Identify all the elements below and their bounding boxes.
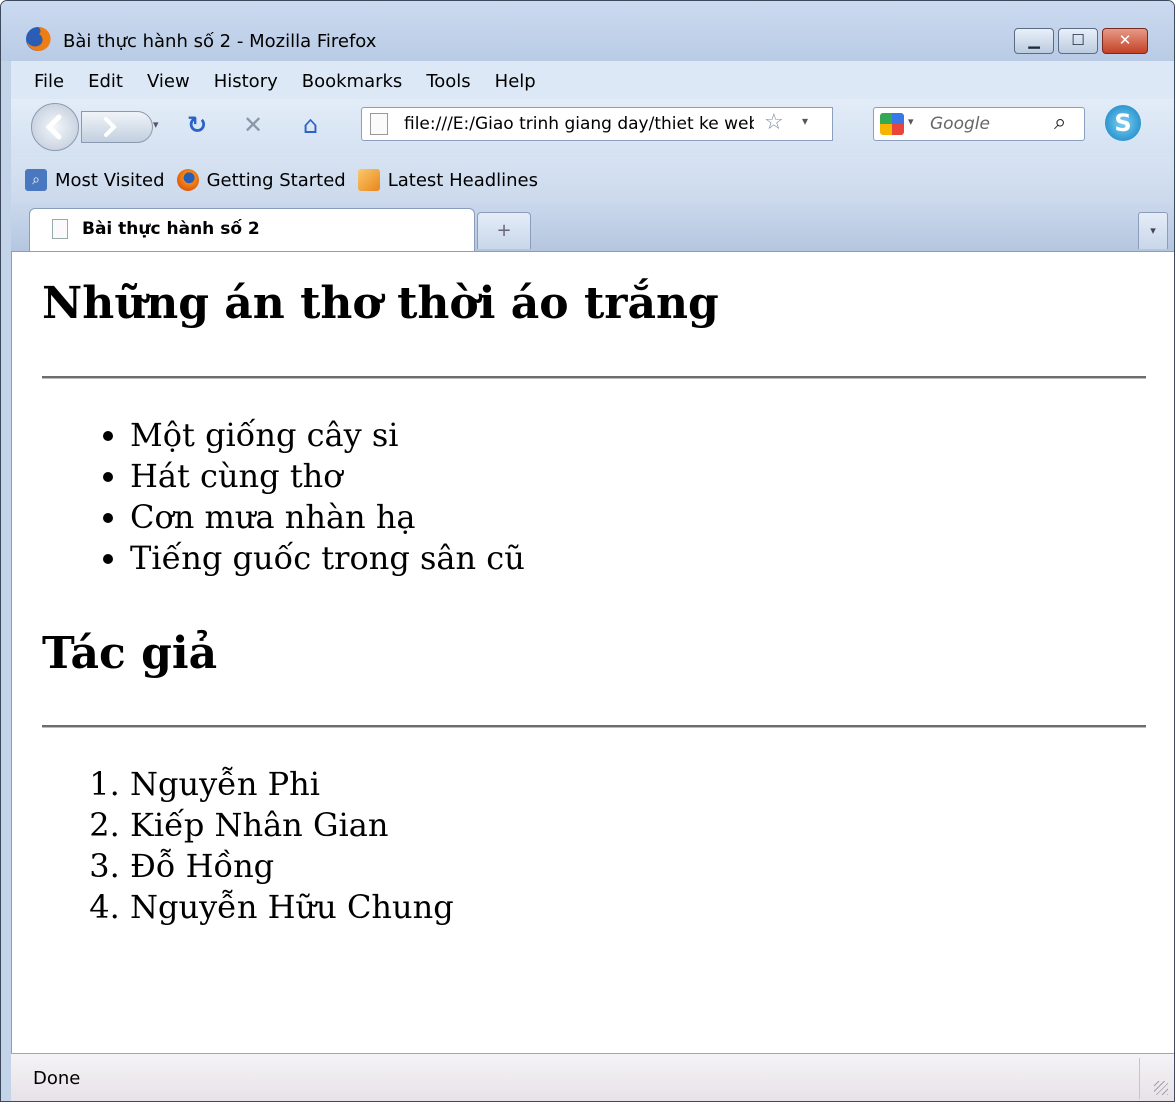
authors-list: Nguyễn Phi Kiếp Nhân Gian Đỗ Hồng Nguyễn… [42, 764, 454, 928]
firefox-icon [176, 169, 199, 191]
bookmark-label: Latest Headlines [387, 169, 539, 191]
bookmark-label: Most Visited [55, 169, 165, 191]
star-icon[interactable]: ☆ [764, 110, 784, 135]
status-divider [1139, 1058, 1140, 1099]
google-icon[interactable] [880, 113, 904, 135]
maximize-icon: ☐ [1071, 31, 1085, 49]
list-item: Hát cùng thơ [130, 456, 525, 497]
url-input[interactable]: file:///E:/Giao trinh giang day/thiet ke… [404, 114, 754, 134]
menu-edit[interactable]: Edit [88, 69, 123, 92]
horizontal-rule [42, 376, 1146, 379]
firefox-icon [26, 26, 51, 51]
title-bar: Bài thực hành số 2 - Mozilla Firefox ▁ ☐… [1, 1, 1174, 61]
horizontal-rule [42, 725, 1146, 728]
search-engine-dropdown-icon[interactable]: ▾ [908, 115, 914, 128]
bookmark-most-visited[interactable]: ⌕ Most Visited [25, 169, 165, 191]
maximize-button[interactable]: ☐ [1058, 28, 1098, 54]
menu-file[interactable]: File [34, 69, 64, 92]
window-title: Bài thực hành số 2 - Mozilla Firefox [63, 31, 377, 52]
reload-icon[interactable]: ↻ [187, 113, 207, 137]
forward-button[interactable] [81, 111, 153, 143]
minimize-icon: ▁ [1028, 31, 1040, 49]
list-item: Đỗ Hồng [130, 846, 454, 887]
navigation-toolbar: ▾ ↻ ✕ ⌂ file:///E:/Giao trinh giang day/… [11, 99, 1174, 157]
minimize-button[interactable]: ▁ [1014, 28, 1054, 54]
list-item: Tiếng guốc trong sân cũ [130, 538, 525, 579]
page-heading: Những án thơ thời áo trắng [42, 278, 719, 329]
window-controls: ▁ ☐ ✕ [1010, 28, 1148, 54]
status-bar: Done [11, 1053, 1174, 1101]
magnifier-icon[interactable]: ⌕ [1054, 110, 1066, 135]
authors-heading: Tác giả [42, 628, 218, 679]
most-visited-icon: ⌕ [25, 169, 47, 191]
menu-bookmarks[interactable]: Bookmarks [302, 69, 403, 92]
page-icon [370, 113, 388, 135]
menu-view[interactable]: View [147, 69, 190, 92]
menu-history[interactable]: History [214, 69, 278, 92]
page-content: Những án thơ thời áo trắng Một giống cây… [11, 252, 1174, 1053]
poem-list: Một giống cây si Hát cùng thơ Cơn mưa nh… [42, 415, 525, 579]
close-button[interactable]: ✕ [1102, 28, 1148, 54]
url-bar[interactable]: file:///E:/Giao trinh giang day/thiet ke… [361, 107, 833, 141]
search-input[interactable]: Google [930, 114, 990, 134]
tab-label: Bài thực hành số 2 [82, 219, 260, 239]
list-item: Nguyễn Hữu Chung [130, 887, 454, 928]
back-forward-group: ▾ [31, 103, 181, 151]
back-icon [45, 114, 62, 140]
resize-grip-icon[interactable] [1154, 1081, 1168, 1095]
search-bar[interactable]: ▾ Google ⌕ [873, 107, 1085, 141]
back-button[interactable] [31, 103, 79, 151]
list-item: Kiếp Nhân Gian [130, 805, 454, 846]
home-icon[interactable]: ⌂ [303, 113, 318, 137]
history-dropdown-icon[interactable]: ▾ [153, 118, 159, 131]
bookmark-label: Getting Started [206, 169, 346, 191]
browser-window: Bài thực hành số 2 - Mozilla Firefox ▁ ☐… [0, 0, 1175, 1102]
tab-active[interactable]: Bài thực hành số 2 [29, 208, 475, 251]
menu-help[interactable]: Help [495, 69, 536, 92]
menu-bar: File Edit View History Bookmarks Tools H… [11, 61, 1174, 99]
list-item: Nguyễn Phi [130, 764, 454, 805]
bookmark-getting-started[interactable]: Getting Started [176, 169, 346, 191]
bookmarks-toolbar: ⌕ Most Visited Getting Started Latest He… [11, 157, 1174, 203]
rss-feed-icon [357, 169, 380, 191]
skype-icon[interactable]: S [1105, 105, 1141, 141]
menu-tools[interactable]: Tools [426, 69, 470, 92]
status-text: Done [33, 1068, 81, 1089]
list-item: Cơn mưa nhàn hạ [130, 497, 525, 538]
tab-strip: Bài thực hành số 2 + ▾ [11, 203, 1174, 252]
bookmark-latest-headlines[interactable]: Latest Headlines [357, 169, 539, 191]
close-icon: ✕ [1118, 31, 1132, 49]
url-dropdown-icon[interactable]: ▾ [802, 114, 808, 128]
list-item: Một giống cây si [130, 415, 525, 456]
stop-icon[interactable]: ✕ [243, 113, 263, 137]
tab-list-button[interactable]: ▾ [1138, 212, 1168, 249]
page-icon [52, 219, 68, 239]
forward-icon [104, 117, 117, 137]
new-tab-button[interactable]: + [477, 212, 531, 249]
